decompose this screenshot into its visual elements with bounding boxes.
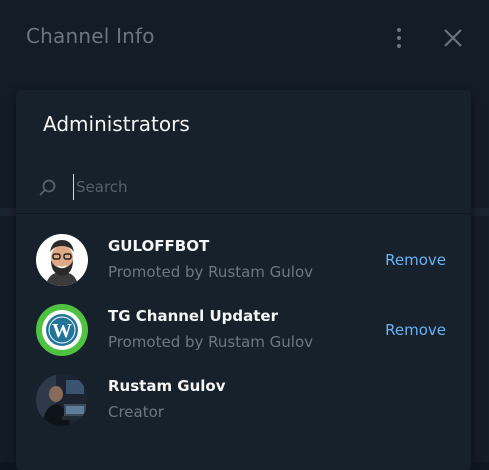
remove-button[interactable]: Remove <box>385 251 446 269</box>
avatar: W <box>36 304 88 356</box>
administrators-dialog: Administrators GULOFFBOT Promot <box>16 90 471 470</box>
channel-info-title: Channel Info <box>26 24 155 48</box>
admin-role: Promoted by Rustam Gulov <box>108 333 314 351</box>
more-menu-icon[interactable] <box>390 24 408 52</box>
close-icon[interactable] <box>441 26 465 50</box>
avatar <box>36 374 88 426</box>
channel-info-header: Channel Info <box>0 0 489 76</box>
list-item[interactable]: GULOFFBOT Promoted by Rustam Gulov Remov… <box>16 226 471 296</box>
wordpress-logo-icon: W <box>36 304 88 356</box>
admin-role: Creator <box>108 403 164 421</box>
dialog-title: Administrators <box>43 112 190 136</box>
svg-text:W: W <box>52 320 72 342</box>
admin-name: Rustam Gulov <box>108 377 226 395</box>
avatar <box>36 234 88 286</box>
admin-list: GULOFFBOT Promoted by Rustam Gulov Remov… <box>16 226 471 436</box>
list-item[interactable]: Rustam Gulov Creator <box>16 366 471 436</box>
remove-button[interactable]: Remove <box>385 321 446 339</box>
list-item[interactable]: W TG Channel Updater Promoted by Rustam … <box>16 296 471 366</box>
admin-name: GULOFFBOT <box>108 237 210 255</box>
admin-name: TG Channel Updater <box>108 307 278 325</box>
admin-role: Promoted by Rustam Gulov <box>108 263 314 281</box>
search-input[interactable] <box>73 174 443 200</box>
search-icon <box>39 179 56 196</box>
